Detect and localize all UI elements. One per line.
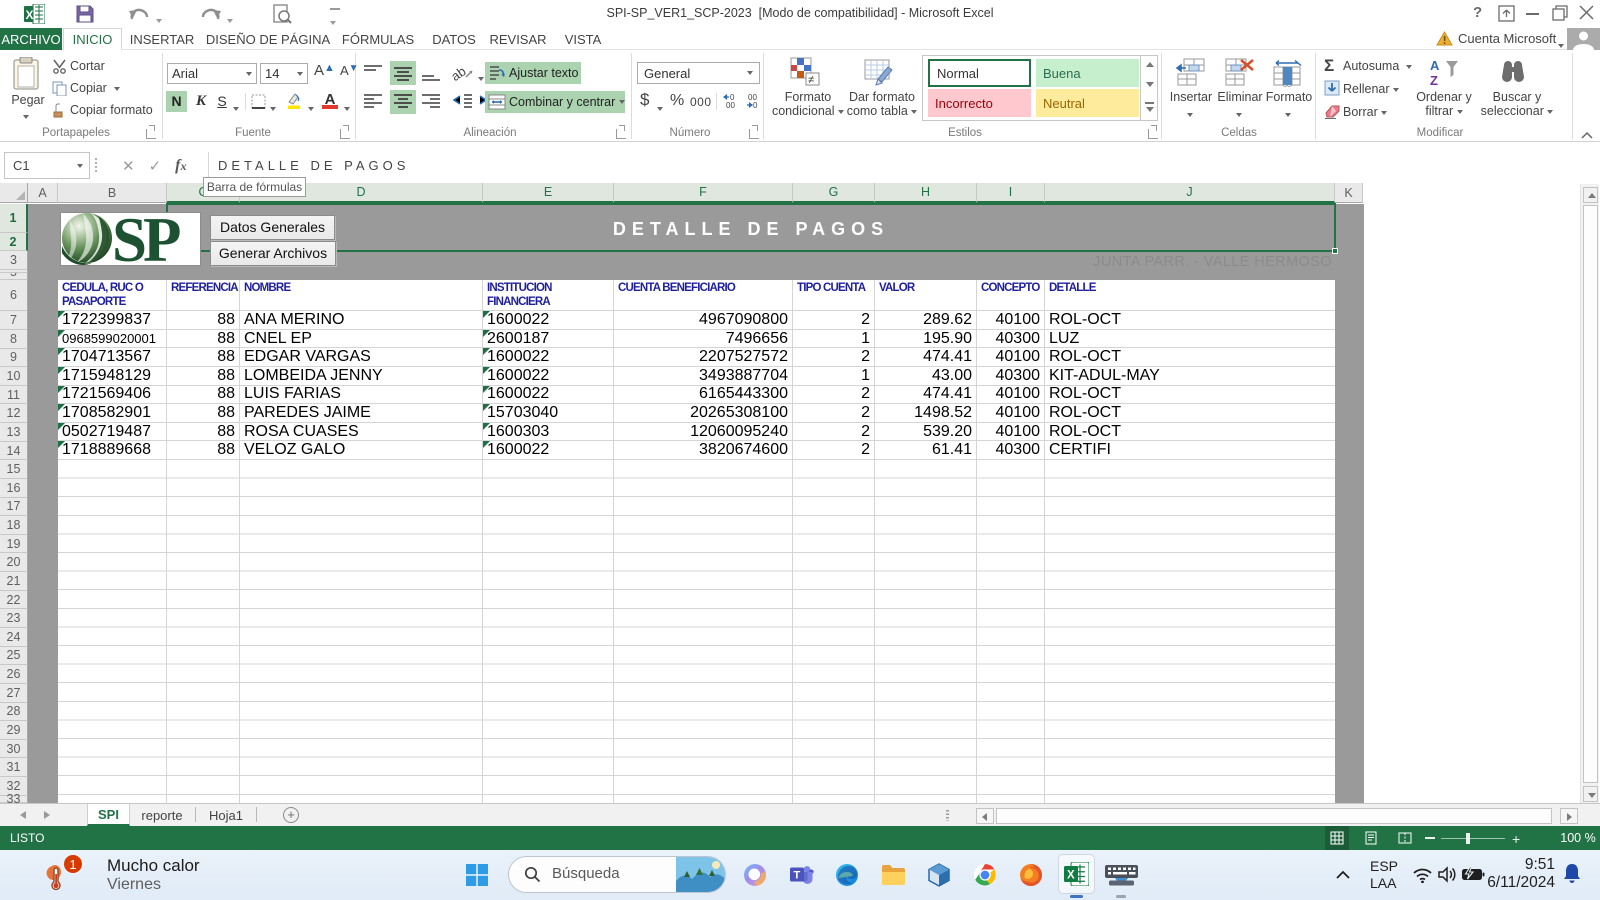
- svg-text:A: A: [1430, 58, 1440, 73]
- svg-text:SP: SP: [112, 213, 180, 265]
- svg-text:0: 0: [753, 101, 758, 110]
- svg-text:X: X: [26, 8, 34, 22]
- svg-text:T: T: [794, 870, 801, 882]
- svg-text:00: 00: [726, 101, 735, 110]
- svg-text:ab: ab: [452, 63, 469, 83]
- svg-text:Z: Z: [1430, 73, 1438, 87]
- svg-text:X: X: [1067, 870, 1075, 882]
- svg-text:≠: ≠: [808, 74, 814, 86]
